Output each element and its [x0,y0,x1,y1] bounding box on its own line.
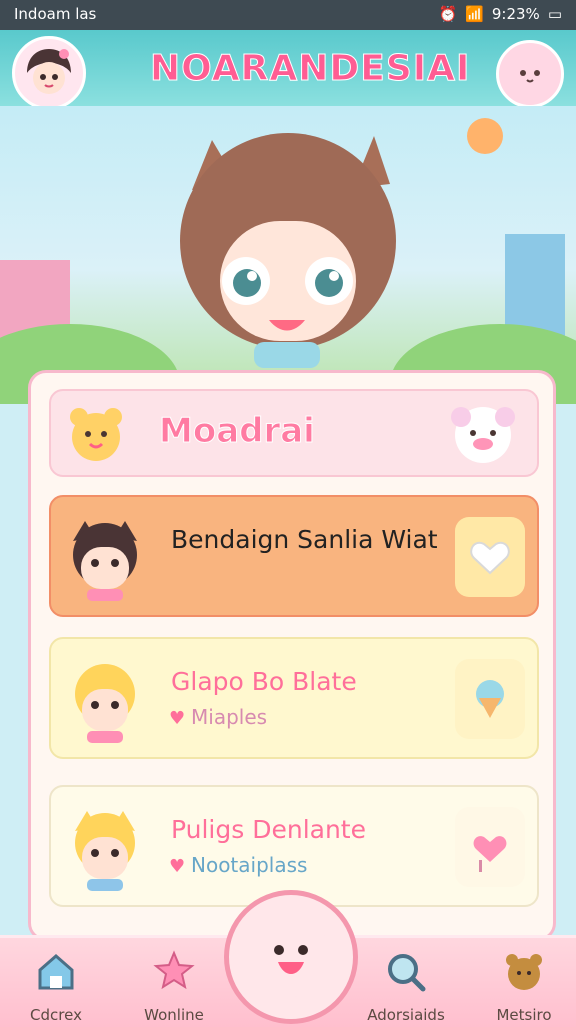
small-heart-icon: ♥ [169,708,186,729]
content-panel: Moadrai Bendaign Sanlia Wiat Glapo Bo Bl… [28,370,556,941]
card-title: Glapo Bo Blate [171,667,357,696]
card-title: Puligs Denlante [171,815,366,844]
app-title: NOARANDESIAI [150,48,471,90]
heart-lollipop-button[interactable] [455,807,525,887]
profile-face-button[interactable] [496,40,564,108]
list-item-card[interactable]: Puligs Denlante ♥ Nootaiplass [49,785,539,907]
nav-item-search[interactable]: Adorsiaids [356,948,456,1024]
card-subtitle: Nootaiplass [191,853,308,877]
welcome-banner: Moadrai [49,389,539,477]
wifi-icon: 📶 [465,5,484,23]
nav-label: Metsiro [496,1006,552,1024]
search-icon [388,954,426,992]
avatar [57,797,153,893]
carrier-text: Indoam las [14,5,97,23]
status-bar: Indoam las ⏰ 📶 9:23% ▭ [0,0,576,30]
pig-mascot-icon [437,393,527,473]
app-header: NOARANDESIAI [0,30,576,110]
home-icon [38,954,74,990]
bear-face-icon [506,954,542,990]
nav-label: Cdcrex [30,1006,82,1024]
nav-item-favorites[interactable]: Wonline [124,948,224,1024]
small-heart-icon: ♥ [169,856,186,877]
alarm-icon: ⏰ [438,5,458,23]
list-item-card[interactable]: Glapo Bo Blate ♥ Miaples [49,637,539,759]
heart-card-icon [470,541,510,575]
hero-illustration [0,106,576,404]
star-icon [153,950,195,990]
nav-item-profile[interactable]: Metsiro [474,948,574,1024]
card-title: Bendaign Sanlia Wiat [171,525,438,554]
heart-lollipop-icon [473,836,507,872]
heart-card-button[interactable] [455,517,525,597]
nav-label: Wonline [144,1006,204,1024]
center-mascot-button[interactable] [224,890,358,1024]
card-subtitle: Miaples [191,705,268,729]
nav-label: Adorsiaids [367,1006,445,1024]
avatar [57,507,153,603]
smiling-face-icon [251,917,331,997]
battery-text: 9:23% [491,5,540,23]
list-item-card[interactable]: Bendaign Sanlia Wiat [49,495,539,617]
battery-icon: ▭ [547,5,562,23]
avatar [57,649,153,745]
ice-cream-icon [476,680,504,718]
bear-mascot-icon [61,399,131,469]
ice-cream-button[interactable] [455,659,525,739]
nav-item-home[interactable]: Cdcrex [6,948,106,1024]
banner-title: Moadrai [159,411,316,452]
user-avatar[interactable] [12,36,86,110]
